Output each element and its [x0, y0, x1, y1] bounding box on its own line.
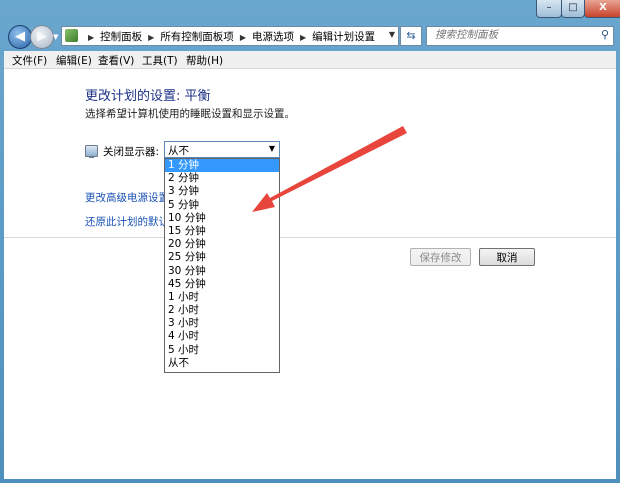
page-title: 更改计划的设置: 平衡 — [85, 89, 211, 104]
dropdown-option[interactable]: 2 分钟 — [165, 172, 279, 185]
page-subtitle: 选择希望计算机使用的睡眠设置和显示设置。 — [85, 108, 295, 120]
control-panel-icon — [65, 29, 78, 42]
address-dropdown-icon[interactable]: ▼ — [389, 30, 395, 39]
menu-view[interactable]: 查看(V) — [98, 53, 134, 68]
breadcrumb-separator-icon: ▶ — [88, 33, 95, 42]
menu-bar: 文件(F) 编辑(E) 查看(V) 工具(T) 帮助(H) — [4, 51, 616, 69]
dropdown-option[interactable]: 25 分钟 — [165, 251, 279, 264]
breadcrumb-power-options[interactable]: 电源选项 — [252, 31, 294, 43]
search-input[interactable] — [433, 28, 587, 42]
display-off-label: 关闭显示器: — [103, 146, 160, 158]
dropdown-option[interactable]: 10 分钟 — [165, 212, 279, 225]
dropdown-option[interactable]: 1 分钟 — [165, 159, 279, 173]
dropdown-option[interactable]: 3 小时 — [165, 317, 279, 330]
dropdown-option[interactable]: 3 分钟 — [165, 185, 279, 198]
menu-file[interactable]: 文件(F) — [12, 53, 47, 68]
forward-button[interactable]: ▶ — [30, 25, 54, 49]
dropdown-option[interactable]: 1 小时 — [165, 291, 279, 304]
window-frame: – □ X ◀ ▶ ▼ ▶ 控制面板 ▶ 所有控制面板项 ▶ 电源选项 ▶ 编辑计划设置 ▼ … — [0, 0, 620, 483]
address-bar[interactable]: ▶ 控制面板 ▶ 所有控制面板项 ▶ 电源选项 ▶ 编辑计划设置 ▼ — [61, 26, 399, 46]
dropdown-option[interactable]: 30 分钟 — [165, 265, 279, 278]
menu-edit[interactable]: 编辑(E) — [56, 53, 92, 68]
menu-tools[interactable]: 工具(T) — [142, 53, 178, 68]
dropdown-option[interactable]: 2 小时 — [165, 304, 279, 317]
breadcrumb: ▶ 控制面板 ▶ 所有控制面板项 ▶ 电源选项 ▶ 编辑计划设置 — [82, 29, 375, 44]
save-button[interactable]: 保存修改 — [410, 248, 471, 266]
breadcrumb-all-items[interactable]: 所有控制面板项 — [160, 31, 234, 43]
close-button[interactable]: X — [584, 0, 620, 18]
breadcrumb-edit-plan[interactable]: 编辑计划设置 — [312, 31, 375, 43]
back-button[interactable]: ◀ — [8, 25, 32, 49]
minimize-button[interactable]: – — [536, 0, 562, 18]
dropdown-option[interactable]: 45 分钟 — [165, 278, 279, 291]
main-content: 更改计划的设置: 平衡 选择希望计算机使用的睡眠设置和显示设置。 关闭显示器: … — [4, 69, 616, 479]
breadcrumb-separator-icon[interactable]: ▶ — [300, 33, 306, 42]
breadcrumb-control-panel[interactable]: 控制面板 — [100, 31, 142, 43]
dropdown-option[interactable]: 4 小时 — [165, 330, 279, 343]
display-off-value: 从不 — [168, 145, 189, 157]
menu-help[interactable]: 帮助(H) — [186, 53, 223, 68]
dropdown-option[interactable]: 5 小时 — [165, 344, 279, 357]
search-icon[interactable]: ⚲ — [601, 28, 609, 41]
dropdown-option[interactable]: 从不 — [165, 357, 279, 370]
cancel-button[interactable]: 取消 — [479, 248, 535, 266]
dropdown-option[interactable]: 20 分钟 — [165, 238, 279, 251]
history-dropdown-icon[interactable]: ▼ — [53, 33, 58, 41]
breadcrumb-separator-icon[interactable]: ▶ — [148, 33, 154, 42]
maximize-button[interactable]: □ — [561, 0, 585, 18]
divider — [4, 237, 616, 238]
monitor-icon — [85, 145, 98, 158]
search-box[interactable]: ⚲ — [426, 26, 614, 46]
refresh-button[interactable]: ⇆ — [400, 26, 422, 46]
dropdown-option[interactable]: 15 分钟 — [165, 225, 279, 238]
breadcrumb-separator-icon[interactable]: ▶ — [240, 33, 246, 42]
chevron-down-icon[interactable]: ▼ — [269, 144, 275, 153]
display-off-select[interactable]: 从不 ▼ — [164, 141, 280, 158]
display-off-dropdown-list[interactable]: 1 分钟 2 分钟 3 分钟 5 分钟 10 分钟 15 分钟 20 分钟 25… — [164, 158, 280, 373]
dropdown-option[interactable]: 5 分钟 — [165, 199, 279, 212]
